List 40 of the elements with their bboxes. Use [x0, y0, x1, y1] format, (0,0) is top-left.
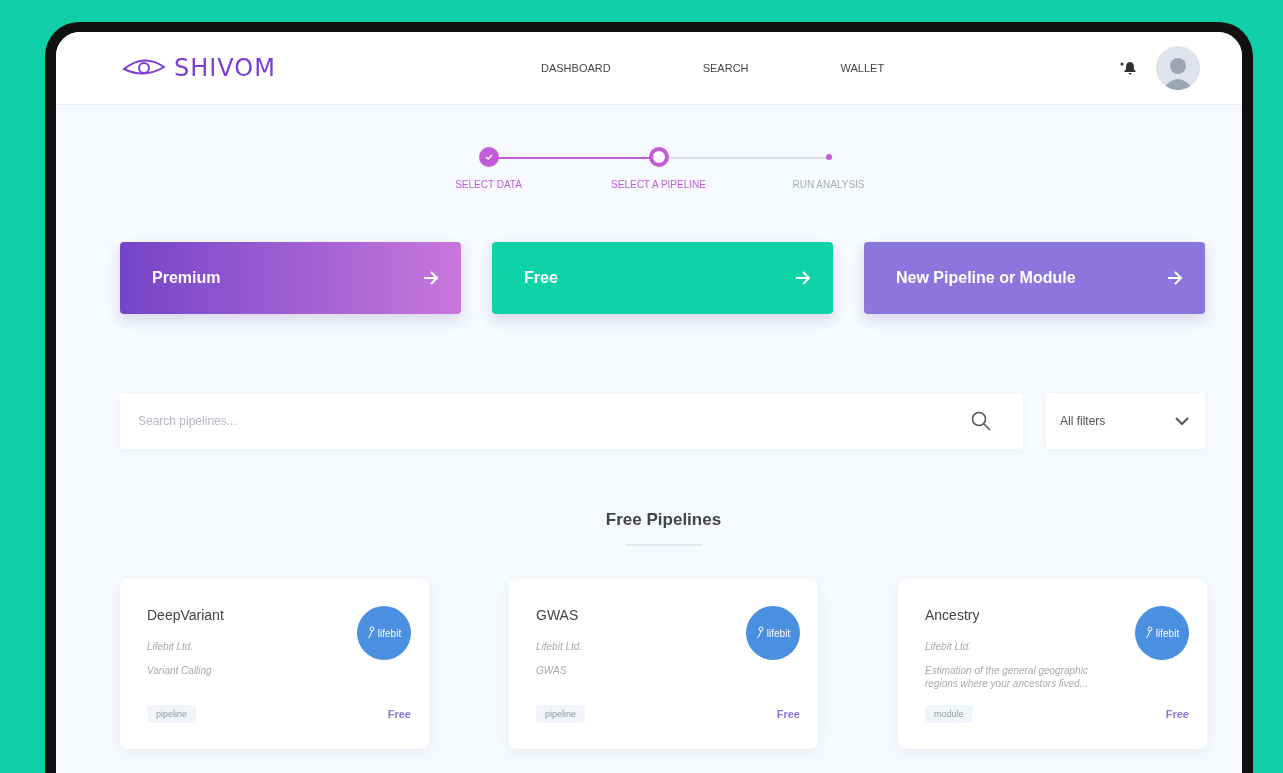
- pipeline-card[interactable]: Ancestry Lifebit Ltd. Estimation of the general geographic regions where your ancestors lived... lifebit module Free: [898, 579, 1207, 749]
- arrow-right-icon: [1167, 271, 1183, 285]
- search-icon[interactable]: [971, 411, 991, 431]
- section-title: Free Pipelines: [604, 510, 723, 530]
- pipeline-card[interactable]: DeepVariant Lifebit Ltd. Variant Calling lifebit pipeline Free: [120, 579, 429, 749]
- nav-link[interactable]: SEARCH: [702, 62, 749, 74]
- pipeline-description: Variant Calling: [147, 664, 213, 678]
- arrow-right-icon: [795, 271, 811, 285]
- arrow-right-icon: [423, 271, 439, 285]
- pipeline-name: GWAS: [536, 607, 580, 623]
- category-button[interactable]: Premium: [120, 242, 461, 314]
- pipeline-description: Estimation of the general geographic regions where your ancestors lived...: [925, 664, 1089, 691]
- company-name: Lifebit Ltd.: [536, 641, 584, 652]
- search-field[interactable]: Search pipelines...: [120, 393, 1023, 449]
- type-tag: pipeline: [536, 705, 586, 723]
- pipeline-name: DeepVariant: [147, 607, 225, 623]
- filter-dropdown[interactable]: All filters: [1046, 393, 1205, 449]
- price-label: Free: [776, 708, 800, 720]
- bell-icon[interactable]: [1120, 60, 1138, 76]
- logo-text: SHIVOM: [174, 54, 276, 82]
- company-logo: lifebit: [1135, 606, 1189, 660]
- pipeline-card[interactable]: GWAS Lifebit Ltd. GWAS lifebit pipeline Free: [509, 579, 818, 749]
- step-label: SELECT DATA: [455, 179, 522, 190]
- type-tag: module: [925, 705, 973, 723]
- category-button[interactable]: New Pipeline or Module: [864, 242, 1205, 314]
- price-label: Free: [1165, 708, 1189, 720]
- step-label: SELECT A PIPELINE: [611, 179, 706, 190]
- price-label: Free: [387, 708, 411, 720]
- company-logo: lifebit: [357, 606, 411, 660]
- nav-link[interactable]: WALLET: [840, 62, 885, 74]
- company-logo: lifebit: [746, 606, 800, 660]
- type-tag: pipeline: [147, 705, 197, 723]
- pipeline-description: GWAS: [536, 664, 568, 678]
- chevron-down-icon: [1175, 416, 1189, 426]
- nav-link[interactable]: DASHBOARD: [541, 62, 611, 74]
- company-name: Lifebit Ltd.: [925, 641, 973, 652]
- step-label: RUN ANALYSIS: [792, 179, 865, 190]
- check-icon: [483, 152, 494, 162]
- pipeline-name: Ancestry: [925, 607, 981, 623]
- company-name: Lifebit Ltd.: [147, 641, 195, 652]
